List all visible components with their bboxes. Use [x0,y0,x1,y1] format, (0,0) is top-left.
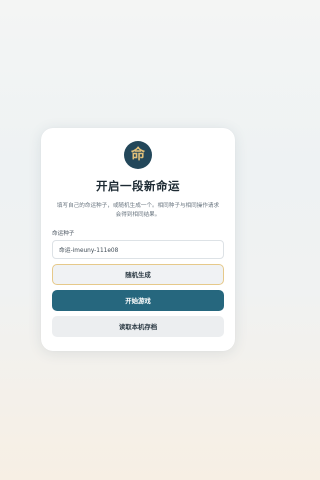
card-title: 开启一段新命运 [96,179,180,193]
seed-input[interactable] [52,240,224,259]
emblem-char: 命 [131,147,145,163]
load-save-button[interactable]: 读取本机存档 [52,316,224,337]
card-description: 填写自己的命运种子，或随机生成一个。相同种子与相同操作请求会得到相同结果。 [56,203,220,218]
fate-emblem-icon: 命 [124,141,152,169]
start-game-button[interactable]: 开始游戏 [52,290,224,311]
random-generate-button[interactable]: 随机生成 [52,264,224,285]
new-game-card: 命 开启一段新命运 填写自己的命运种子，或随机生成一个。相同种子与相同操作请求会… [41,128,235,351]
seed-label: 命运种子 [52,231,75,237]
